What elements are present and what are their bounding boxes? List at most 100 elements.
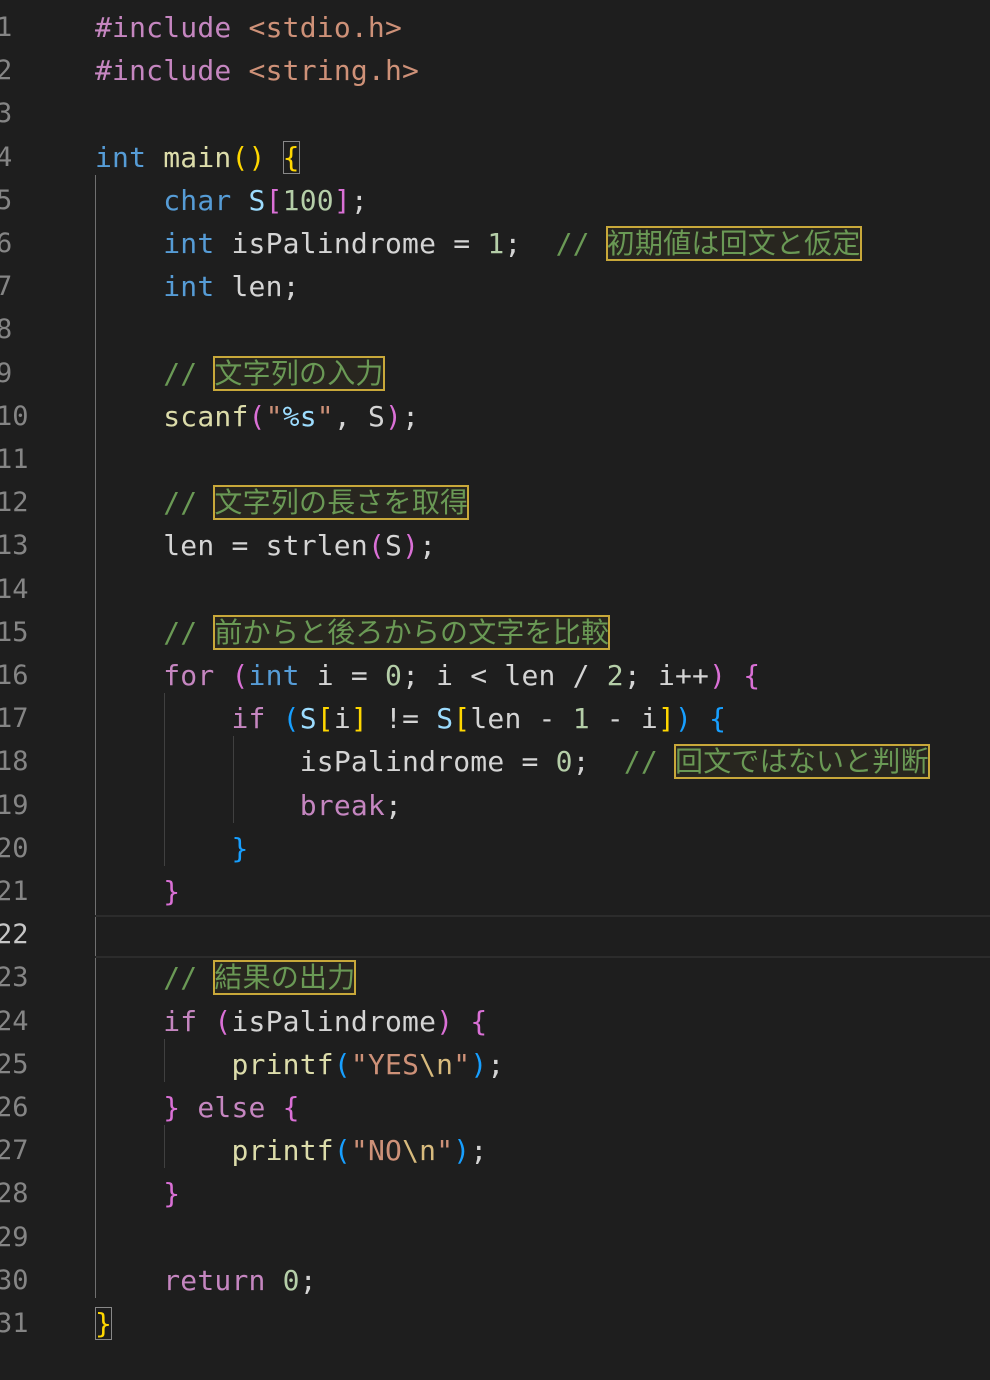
code-line[interactable]: break; [95, 784, 402, 827]
code-line[interactable]: // 結果の出力 [95, 956, 357, 999]
code-line[interactable]: } [95, 1172, 180, 1215]
code-token: main [163, 140, 232, 174]
code-token: 0 [555, 745, 573, 779]
line-number: 9 [0, 357, 13, 389]
line-number: 5 [0, 184, 13, 216]
code-token: ) [709, 659, 744, 692]
code-line[interactable]: printf("NO\n"); [95, 1129, 487, 1172]
line-number: 19 [0, 789, 29, 821]
code-token: ) [470, 1047, 488, 1081]
code-line[interactable]: if (isPalindrome) { [95, 1000, 487, 1043]
current-line-highlight [95, 915, 990, 959]
code-token: len - [470, 702, 573, 736]
code-token: #include [95, 11, 249, 44]
code-line[interactable]: } [95, 870, 180, 913]
code-token: ] [333, 183, 351, 217]
code-line[interactable]: int isPalindrome = 1; // 初期値は回文と仮定 [95, 222, 862, 265]
line-number: 16 [0, 660, 29, 691]
line-number: 30 [0, 1264, 29, 1296]
code-line[interactable]: // 文字列の長さを取得 [95, 481, 470, 524]
code-line[interactable]: scanf("%s", S); [95, 395, 419, 438]
code-token: - i [589, 702, 658, 736]
code-line[interactable]: printf("YES\n"); [95, 1043, 504, 1086]
code-token: S [299, 702, 317, 736]
code-line[interactable]: #include <stdio.h> [95, 6, 402, 49]
code-token: ) [453, 1134, 471, 1168]
code-token: ( [248, 399, 266, 433]
highlighted-comment: 結果の出力 [213, 960, 357, 996]
line-number: 15 [0, 616, 29, 648]
code-token: i [333, 702, 351, 736]
code-token: } [163, 1177, 181, 1211]
line-number: 1 [0, 12, 13, 43]
code-token: { [470, 1004, 488, 1038]
code-token: " [265, 399, 283, 433]
code-line[interactable]: // 文字列の入力 [95, 352, 385, 395]
code-token: ( [231, 659, 249, 692]
line-number: 24 [0, 1005, 29, 1037]
line-number: 23 [0, 962, 29, 994]
code-token: { [743, 659, 761, 692]
code-token: S [436, 702, 454, 736]
code-token: // [163, 961, 215, 995]
code-token: // [163, 356, 215, 390]
code-token: ; [385, 788, 403, 822]
code-token: <stdio.h> [248, 11, 403, 44]
code-token: " [453, 1047, 471, 1081]
code-token: S [385, 529, 403, 563]
line-number: 27 [0, 1135, 29, 1167]
code-line[interactable]: } else { [95, 1086, 300, 1129]
line-number: 18 [0, 746, 29, 778]
code-token: // [555, 227, 607, 260]
code-line[interactable]: int main() { [95, 136, 300, 179]
code-editor[interactable]: 1 2 3 4 5 6 7 8 9 10 11 12 13 14 15 16 17 18 19 20 21 22 23 24 2… [0, 0, 990, 1380]
code-token: } [231, 831, 249, 865]
line-number: 8 [0, 314, 13, 346]
code-line[interactable]: isPalindrome = 0; // 回文ではないと判断 [95, 740, 930, 783]
code-token: %s [282, 399, 317, 433]
line-number: 14 [0, 573, 29, 605]
code-token: ; [419, 529, 437, 563]
code-token: ; [350, 183, 368, 217]
line-number: 13 [0, 530, 29, 562]
line-number: 22 [0, 919, 29, 951]
line-number: 6 [0, 228, 13, 259]
code-token: ; [299, 1263, 317, 1297]
code-token: printf [231, 1047, 334, 1081]
code-token: ) [436, 1004, 471, 1038]
line-number: 11 [0, 444, 29, 475]
code-token: 0 [385, 659, 403, 692]
code-line[interactable]: if (S[i] != S[len - 1 - i]) { [95, 697, 726, 740]
highlighted-comment: 初期値は回文と仮定 [605, 226, 862, 261]
code-line[interactable]: } [95, 827, 249, 870]
code-token: int [248, 659, 317, 692]
code-token: ; i++ [623, 659, 710, 692]
code-token: int [163, 270, 232, 304]
code-line[interactable]: char S[100]; [95, 179, 368, 222]
code-line[interactable]: } [95, 1302, 113, 1345]
code-token: len = strlen [163, 529, 368, 563]
code-token: ; [572, 745, 624, 779]
code-token: "YES [350, 1047, 420, 1081]
code-token: { [709, 702, 727, 736]
code-token: ) [385, 399, 403, 433]
line-number: 20 [0, 832, 29, 864]
code-token: if [231, 702, 283, 736]
code-line[interactable]: int len; [95, 265, 300, 308]
code-line[interactable]: len = strlen(S); [95, 524, 436, 567]
code-line[interactable]: #include <string.h> [95, 49, 419, 92]
code-line[interactable]: return 0; [95, 1259, 317, 1302]
code-token: 0 [282, 1263, 300, 1297]
code-line[interactable]: for (int i = 0; i < len / 2; i++) { [95, 654, 760, 697]
code-line[interactable]: // 前からと後ろからの文字を比較 [95, 611, 611, 654]
code-token: != [367, 702, 437, 736]
